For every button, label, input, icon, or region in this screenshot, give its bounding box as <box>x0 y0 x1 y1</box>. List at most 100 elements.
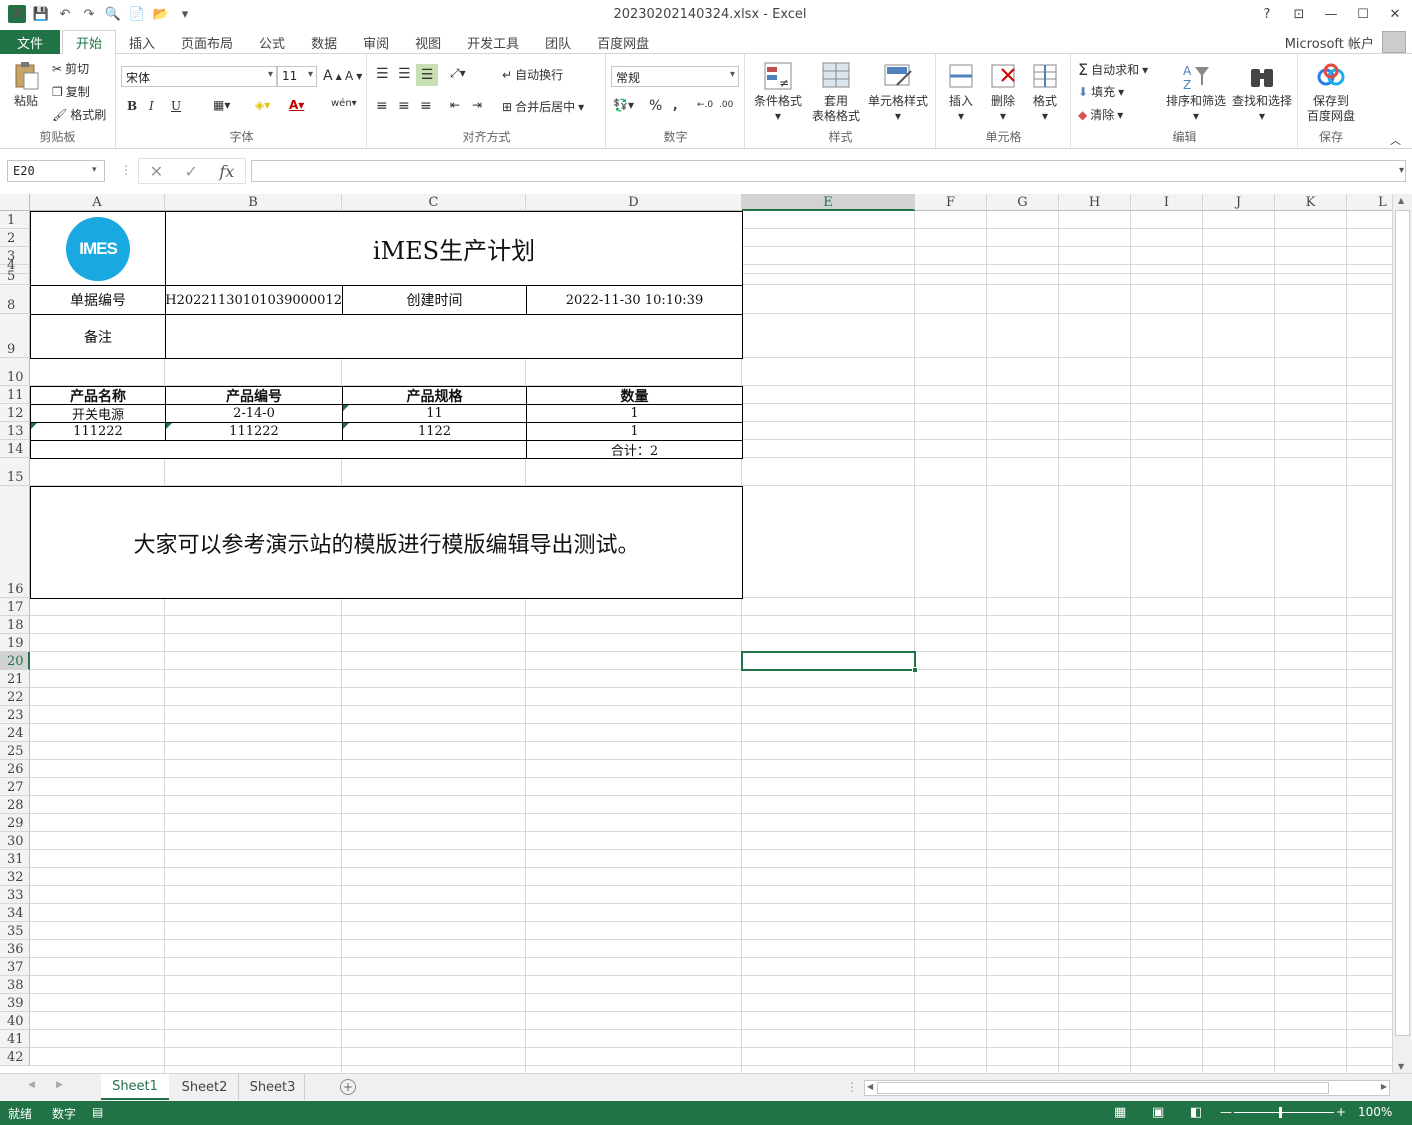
column-header-j[interactable]: J <box>1203 194 1275 211</box>
scroll-down-icon[interactable]: ▼ <box>1398 1062 1404 1071</box>
print-preview-icon[interactable]: 🔍 <box>104 5 122 23</box>
selected-cell-e20[interactable] <box>741 651 916 671</box>
column-header-g[interactable]: G <box>987 194 1059 211</box>
row-header-2[interactable]: 2 <box>0 229 30 247</box>
ribbon-display-button[interactable]: ⊡ <box>1288 4 1310 24</box>
scroll-right-icon[interactable]: ▶ <box>1381 1082 1387 1091</box>
total-blank-cell[interactable] <box>30 440 527 459</box>
total-cell[interactable]: 合计：2 <box>526 440 743 459</box>
fill-handle[interactable] <box>912 667 918 673</box>
page-break-view-icon[interactable]: ◧ <box>1190 1105 1202 1120</box>
remark-label[interactable]: 备注 <box>30 314 166 359</box>
align-bottom-icon[interactable]: ☰ <box>416 64 438 86</box>
row-header-11[interactable]: 11 <box>0 386 30 404</box>
merge-center-button[interactable]: ⊞ 合并后居中 ▾ <box>502 98 584 115</box>
increase-font-icon[interactable]: A ▲ <box>323 68 342 84</box>
border-icon[interactable]: ▦▾ <box>213 98 230 112</box>
redo-icon[interactable]: ↷ <box>80 5 98 23</box>
italic-button[interactable]: I <box>149 99 154 113</box>
font-name-select[interactable]: 宋体 <box>121 66 277 87</box>
tab-page-layout[interactable]: 页面布局 <box>168 30 246 54</box>
column-header-e[interactable]: E <box>742 194 915 211</box>
row-header-36[interactable]: 36 <box>0 940 30 958</box>
doc-no-label[interactable]: 单据编号 <box>30 285 166 315</box>
align-left-icon[interactable]: ≡ <box>376 98 388 114</box>
tab-view[interactable]: 视图 <box>402 30 454 54</box>
tab-splitter[interactable]: ⋮ <box>846 1080 858 1094</box>
tab-insert[interactable]: 插入 <box>116 30 168 54</box>
created-value[interactable]: 2022-11-30 10:10:39 <box>526 285 743 315</box>
open-folder-icon[interactable]: 📂 <box>152 5 170 23</box>
row-header-28[interactable]: 28 <box>0 796 30 814</box>
format-as-table-button[interactable]: 套用 表格格式 <box>806 60 866 124</box>
expand-formula-bar-icon[interactable]: ▾ <box>1399 165 1404 176</box>
row-header-29[interactable]: 29 <box>0 814 30 832</box>
row-header-15[interactable]: 15 <box>0 458 30 486</box>
zoom-out-icon[interactable]: — <box>1220 1105 1232 1119</box>
fill-button[interactable]: ⬇ 填充 ▾ <box>1078 83 1124 100</box>
table-cell[interactable]: 11 <box>342 404 527 423</box>
wrap-text-button[interactable]: ↵ 自动换行 <box>502 66 563 83</box>
sheet-tab-sheet1[interactable]: Sheet1 <box>101 1074 169 1100</box>
row-header-39[interactable]: 39 <box>0 994 30 1012</box>
next-sheet-icon[interactable]: ▶ <box>56 1080 63 1090</box>
customize-qat-icon[interactable]: ▾ <box>176 5 194 23</box>
tab-review[interactable]: 审阅 <box>350 30 402 54</box>
enter-icon[interactable]: ✓ <box>185 162 198 181</box>
close-button[interactable]: ✕ <box>1384 4 1406 24</box>
doc-no-value[interactable]: SCJH20221130101039000012 <box>165 285 343 315</box>
page-layout-view-icon[interactable]: ▣ <box>1152 1105 1164 1120</box>
orientation-icon[interactable]: ⤢▾ <box>450 66 466 81</box>
vertical-scrollbar[interactable]: ▲ ▼ <box>1392 194 1412 1073</box>
bold-button[interactable]: B <box>127 99 137 113</box>
sort-filter-button[interactable]: AZ 排序和筛选 ▾ <box>1164 60 1228 124</box>
row-header-35[interactable]: 35 <box>0 922 30 940</box>
row-header-38[interactable]: 38 <box>0 976 30 994</box>
delete-cells-button[interactable]: 删除 ▾ <box>983 60 1023 124</box>
tab-developer[interactable]: 开发工具 <box>454 30 532 54</box>
minimize-button[interactable]: — <box>1320 4 1342 24</box>
table-header-cell[interactable]: 数量 <box>526 386 743 405</box>
formula-input[interactable] <box>251 160 1406 182</box>
zoom-in-icon[interactable]: + <box>1336 1105 1346 1119</box>
decrease-decimal-icon[interactable]: .00 <box>719 100 733 110</box>
decrease-font-icon[interactable]: A ▼ <box>345 69 362 83</box>
insert-cells-button[interactable]: 插入 ▾ <box>941 60 981 124</box>
row-header-25[interactable]: 25 <box>0 742 30 760</box>
row-header-42[interactable]: 42 <box>0 1048 30 1066</box>
row-header-23[interactable]: 23 <box>0 706 30 724</box>
row-header-24[interactable]: 24 <box>0 724 30 742</box>
horizontal-scroll-thumb[interactable] <box>877 1082 1329 1094</box>
fill-color-icon[interactable]: ◈▾ <box>255 98 270 112</box>
select-all-corner[interactable] <box>0 194 30 211</box>
row-header-9[interactable]: 9 <box>0 314 30 358</box>
decrease-indent-icon[interactable]: ⇤ <box>450 98 460 112</box>
tab-data[interactable]: 数据 <box>298 30 350 54</box>
column-header-l[interactable]: L <box>1347 194 1392 211</box>
row-header-12[interactable]: 12 <box>0 404 30 422</box>
macro-record-icon[interactable]: ▤ <box>92 1105 103 1119</box>
name-box-dropdown-icon[interactable]: ▾ <box>92 165 97 175</box>
row-header-5[interactable]: 5 <box>0 270 30 285</box>
formula-bar-splitter[interactable]: ⋮ <box>120 163 132 177</box>
insert-function-button[interactable]: fx <box>219 162 234 181</box>
row-header-30[interactable]: 30 <box>0 832 30 850</box>
increase-decimal-icon[interactable]: ←.0 <box>697 100 713 110</box>
align-center-icon[interactable]: ≡ <box>398 98 410 114</box>
row-header-10[interactable]: 10 <box>0 358 30 386</box>
align-top-icon[interactable]: ☰ <box>376 66 389 82</box>
row-header-34[interactable]: 34 <box>0 904 30 922</box>
phonetic-icon[interactable]: wén▾ <box>331 98 357 109</box>
row-header-1[interactable]: 1 <box>0 211 30 229</box>
row-header-13[interactable]: 13 <box>0 422 30 440</box>
created-label[interactable]: 创建时间 <box>342 285 527 315</box>
row-header-8[interactable]: 8 <box>0 285 30 314</box>
row-header-32[interactable]: 32 <box>0 868 30 886</box>
maximize-button[interactable]: ☐ <box>1352 4 1374 24</box>
sheet-title[interactable]: iMES生产计划 <box>165 211 743 286</box>
row-header-19[interactable]: 19 <box>0 634 30 652</box>
scroll-up-icon[interactable]: ▲ <box>1398 196 1404 205</box>
table-cell[interactable]: 111222 <box>165 422 343 441</box>
column-header-b[interactable]: B <box>165 194 342 211</box>
table-cell[interactable]: 111222 <box>30 422 166 441</box>
